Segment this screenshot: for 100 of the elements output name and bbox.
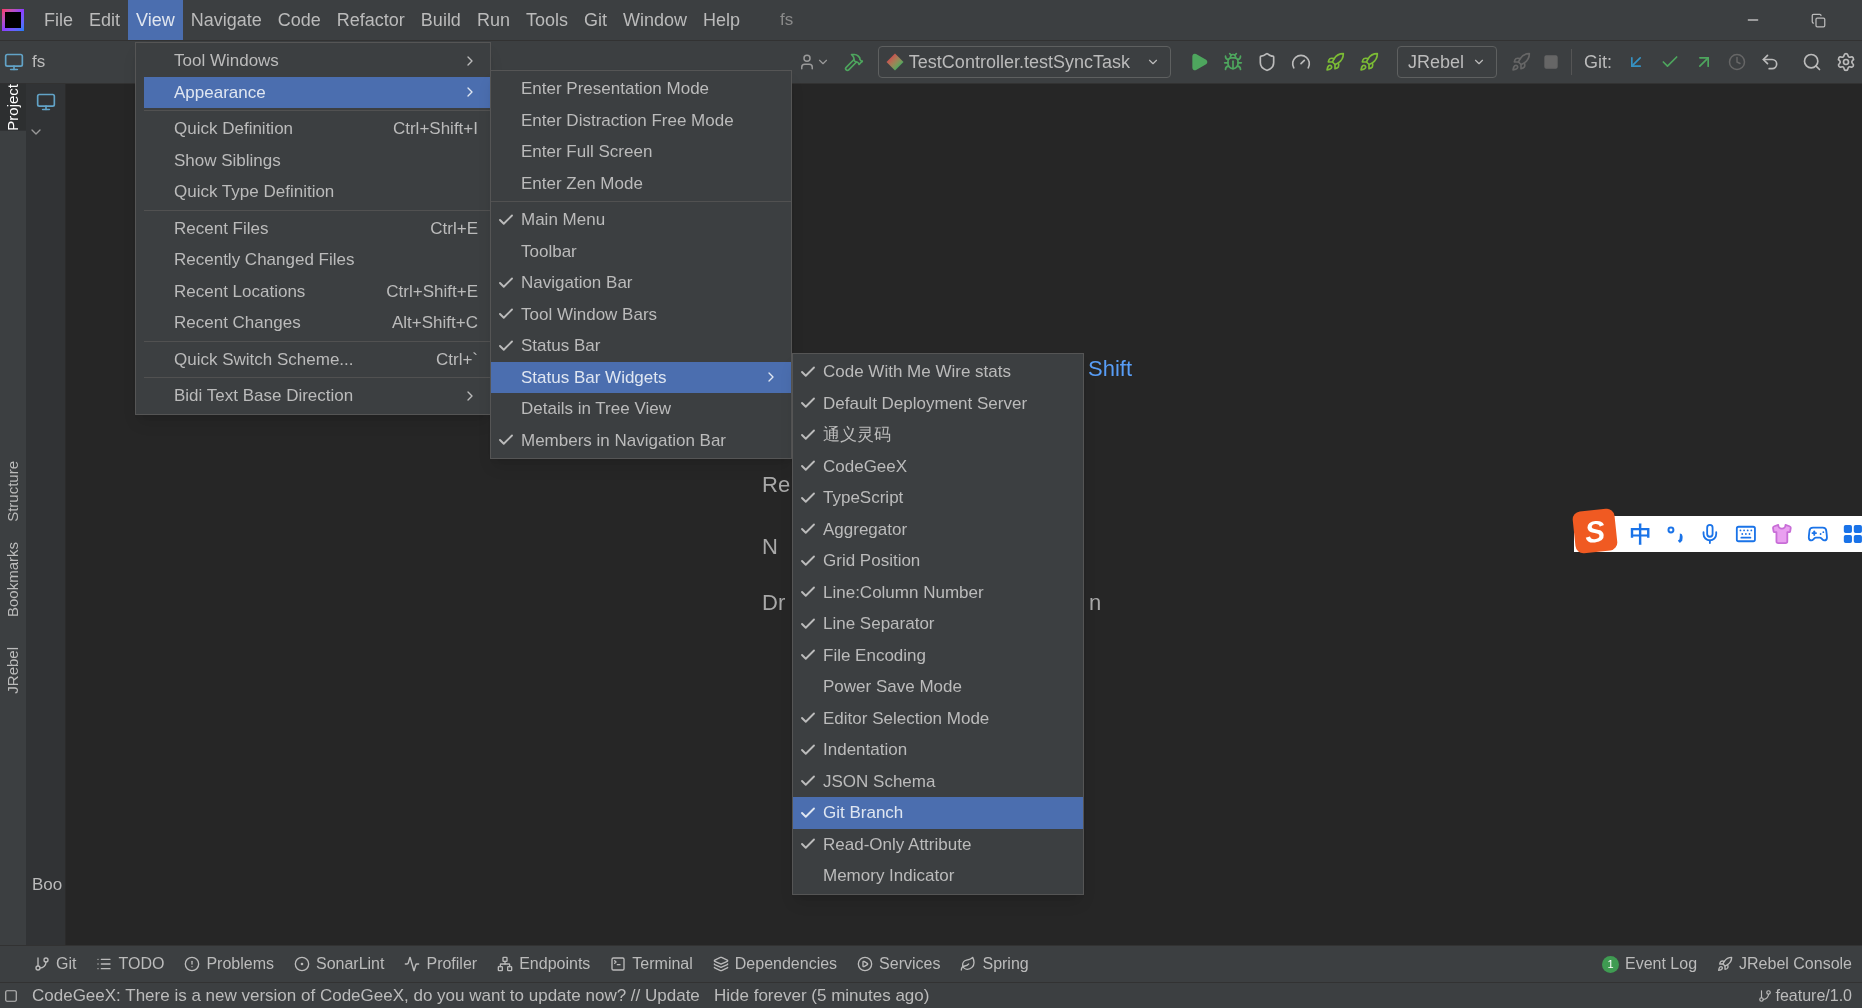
editor-hint: N (762, 533, 778, 561)
editor-hint: Shift (1088, 355, 1133, 383)
count-badge: 1 (1602, 955, 1619, 973)
rocket-icon[interactable] (1358, 52, 1379, 72)
list-icon (96, 956, 113, 972)
menu-item[interactable]: Line:Column Number (793, 576, 1083, 608)
tool-window-button[interactable]: Terminal (600, 946, 703, 982)
menu-item[interactable]: TypeScript (793, 482, 1083, 514)
menu-item[interactable]: Bidi Text Base Direction (144, 380, 490, 412)
menu-item[interactable]: Status Bar (491, 330, 791, 362)
tool-window-button[interactable]: Profiler (394, 946, 488, 982)
menu[interactable]: Git (575, 0, 615, 40)
keyboard-icon[interactable] (1735, 523, 1757, 545)
panel-icon[interactable] (35, 92, 56, 112)
menu-item[interactable]: Recently Changed Files (144, 244, 490, 276)
menu-item[interactable]: Quick Switch Scheme... Ctrl+` (144, 343, 490, 375)
menu[interactable]: Help (695, 0, 749, 40)
menu[interactable]: Build (412, 0, 469, 40)
menu[interactable]: Run (468, 0, 518, 40)
menu-item[interactable]: Line Separator (793, 608, 1083, 640)
menu[interactable]: Tools (517, 0, 576, 40)
menu-item[interactable]: Power Save Mode (793, 671, 1083, 703)
status-message: CodeGeeX: There is a new version of CodeGeeX, do you want to update now? // Update Hide forever (5 minutes ago) (32, 984, 930, 1007)
menu-item[interactable]: Quick Type Definition (144, 176, 490, 208)
menu-item[interactable]: Recent Files Ctrl+E (144, 212, 490, 244)
menu-item[interactable]: Quick Definition Ctrl+Shift+I (144, 113, 490, 145)
menu-item[interactable]: JSON Schema (793, 765, 1083, 797)
run-config-dropdown[interactable]: TestController.testSyncTask (877, 46, 1171, 78)
debug-icon[interactable] (1222, 52, 1243, 72)
menu-item[interactable]: Members in Navigation Bar (491, 424, 791, 456)
app-logo-icon (2, 9, 24, 31)
shirt-icon[interactable] (1770, 523, 1793, 545)
stripe-tab[interactable]: Structure (0, 460, 26, 522)
menu-item[interactable]: Recent Changes Alt+Shift+C (144, 307, 490, 339)
menu-item[interactable]: Toolbar (491, 235, 791, 267)
tool-window-button[interactable]: Endpoints (487, 946, 601, 982)
menu-item[interactable]: Code With Me Wire stats (793, 356, 1083, 388)
menu-item[interactable]: Details in Tree View (491, 393, 791, 425)
menu[interactable]: Window (614, 0, 695, 40)
tool-window-button[interactable]: SonarLint (283, 946, 395, 982)
leaf-icon (960, 956, 977, 972)
menu-item[interactable]: Enter Full Screen (491, 136, 791, 168)
menu-item[interactable]: Tool Window Bars (491, 298, 791, 330)
tool-window-button[interactable]: Git (24, 946, 87, 982)
breadcrumb[interactable]: fs (32, 49, 46, 75)
menu-item[interactable]: Read-Only Attribute (793, 828, 1083, 860)
stripe-tab[interactable]: Project (0, 84, 26, 131)
menu[interactable]: Edit (81, 0, 129, 40)
alert-icon (184, 956, 201, 972)
menu-item[interactable]: Tool Windows (144, 45, 490, 77)
input-mode-toggle[interactable]: 中 (1629, 517, 1652, 551)
tool-window-button[interactable]: Problems (174, 946, 284, 982)
menu-item[interactable]: File Encoding (793, 639, 1083, 671)
tool-window-button[interactable]: 1 Event Log (1592, 946, 1708, 982)
circle-icon (293, 956, 310, 972)
search-icon[interactable] (1802, 52, 1822, 72)
menu-item[interactable]: Enter Zen Mode (491, 167, 791, 199)
menu-item[interactable]: Status Bar Widgets (491, 361, 791, 393)
tool-window-button[interactable]: Dependencies (702, 946, 848, 982)
punctuation-icon[interactable] (1665, 524, 1686, 544)
tool-window-button[interactable]: JRebel Console (1707, 946, 1862, 982)
menu-item[interactable]: Memory Indicator (793, 860, 1083, 892)
menu-item[interactable]: Aggregator (793, 513, 1083, 545)
panel-toggle-icon[interactable] (4, 988, 18, 1003)
menu-item[interactable]: Appearance (144, 76, 490, 108)
menu-item[interactable]: Recent Locations Ctrl+Shift+E (144, 275, 490, 307)
git-branch-widget[interactable]: feature/1.0 (1775, 983, 1852, 1008)
tool-window-button[interactable]: TODO (86, 946, 175, 982)
menu[interactable]: File (36, 0, 81, 40)
menu-item[interactable]: Editor Selection Mode (793, 702, 1083, 734)
menu-item[interactable]: Indentation (793, 734, 1083, 766)
menu-item[interactable]: Enter Distraction Free Mode (491, 104, 791, 136)
stripe-tab[interactable]: JRebel (0, 646, 26, 694)
stripe-tab[interactable]: Bookmarks (0, 541, 26, 617)
grid-icon[interactable] (1842, 523, 1862, 545)
menu[interactable]: Refactor (328, 0, 413, 40)
branch-icon (34, 956, 50, 972)
menu-item[interactable]: Navigation Bar (491, 267, 791, 299)
menu[interactable]: Navigate (182, 0, 270, 40)
menu[interactable]: View (128, 0, 183, 40)
rocket-icon[interactable] (1324, 52, 1345, 72)
menu-item[interactable]: Show Siblings (144, 144, 490, 176)
menu-item[interactable]: 通义灵码 (793, 419, 1083, 451)
menu-item[interactable]: Git Branch (793, 797, 1083, 829)
profile-icon[interactable] (1290, 52, 1311, 72)
jrebel-dropdown[interactable]: JRebel (1396, 46, 1497, 78)
menu-item[interactable]: Main Menu (491, 204, 791, 236)
menu-item[interactable]: Enter Presentation Mode (491, 73, 791, 105)
menu-item[interactable]: CodeGeeX (793, 450, 1083, 482)
settings-icon[interactable] (1836, 52, 1856, 72)
menu[interactable]: Code (269, 0, 329, 40)
tool-window-button[interactable]: Spring (950, 946, 1039, 982)
restore-icon[interactable] (1811, 12, 1826, 28)
tool-window-button[interactable]: Services (847, 946, 951, 982)
undo-icon[interactable] (1760, 52, 1780, 72)
hammer-icon[interactable] (843, 52, 864, 72)
play-icon (857, 956, 874, 972)
menu-item[interactable]: Default Deployment Server (793, 387, 1083, 419)
menu-item[interactable]: Grid Position (793, 545, 1083, 577)
network-icon (497, 956, 514, 972)
